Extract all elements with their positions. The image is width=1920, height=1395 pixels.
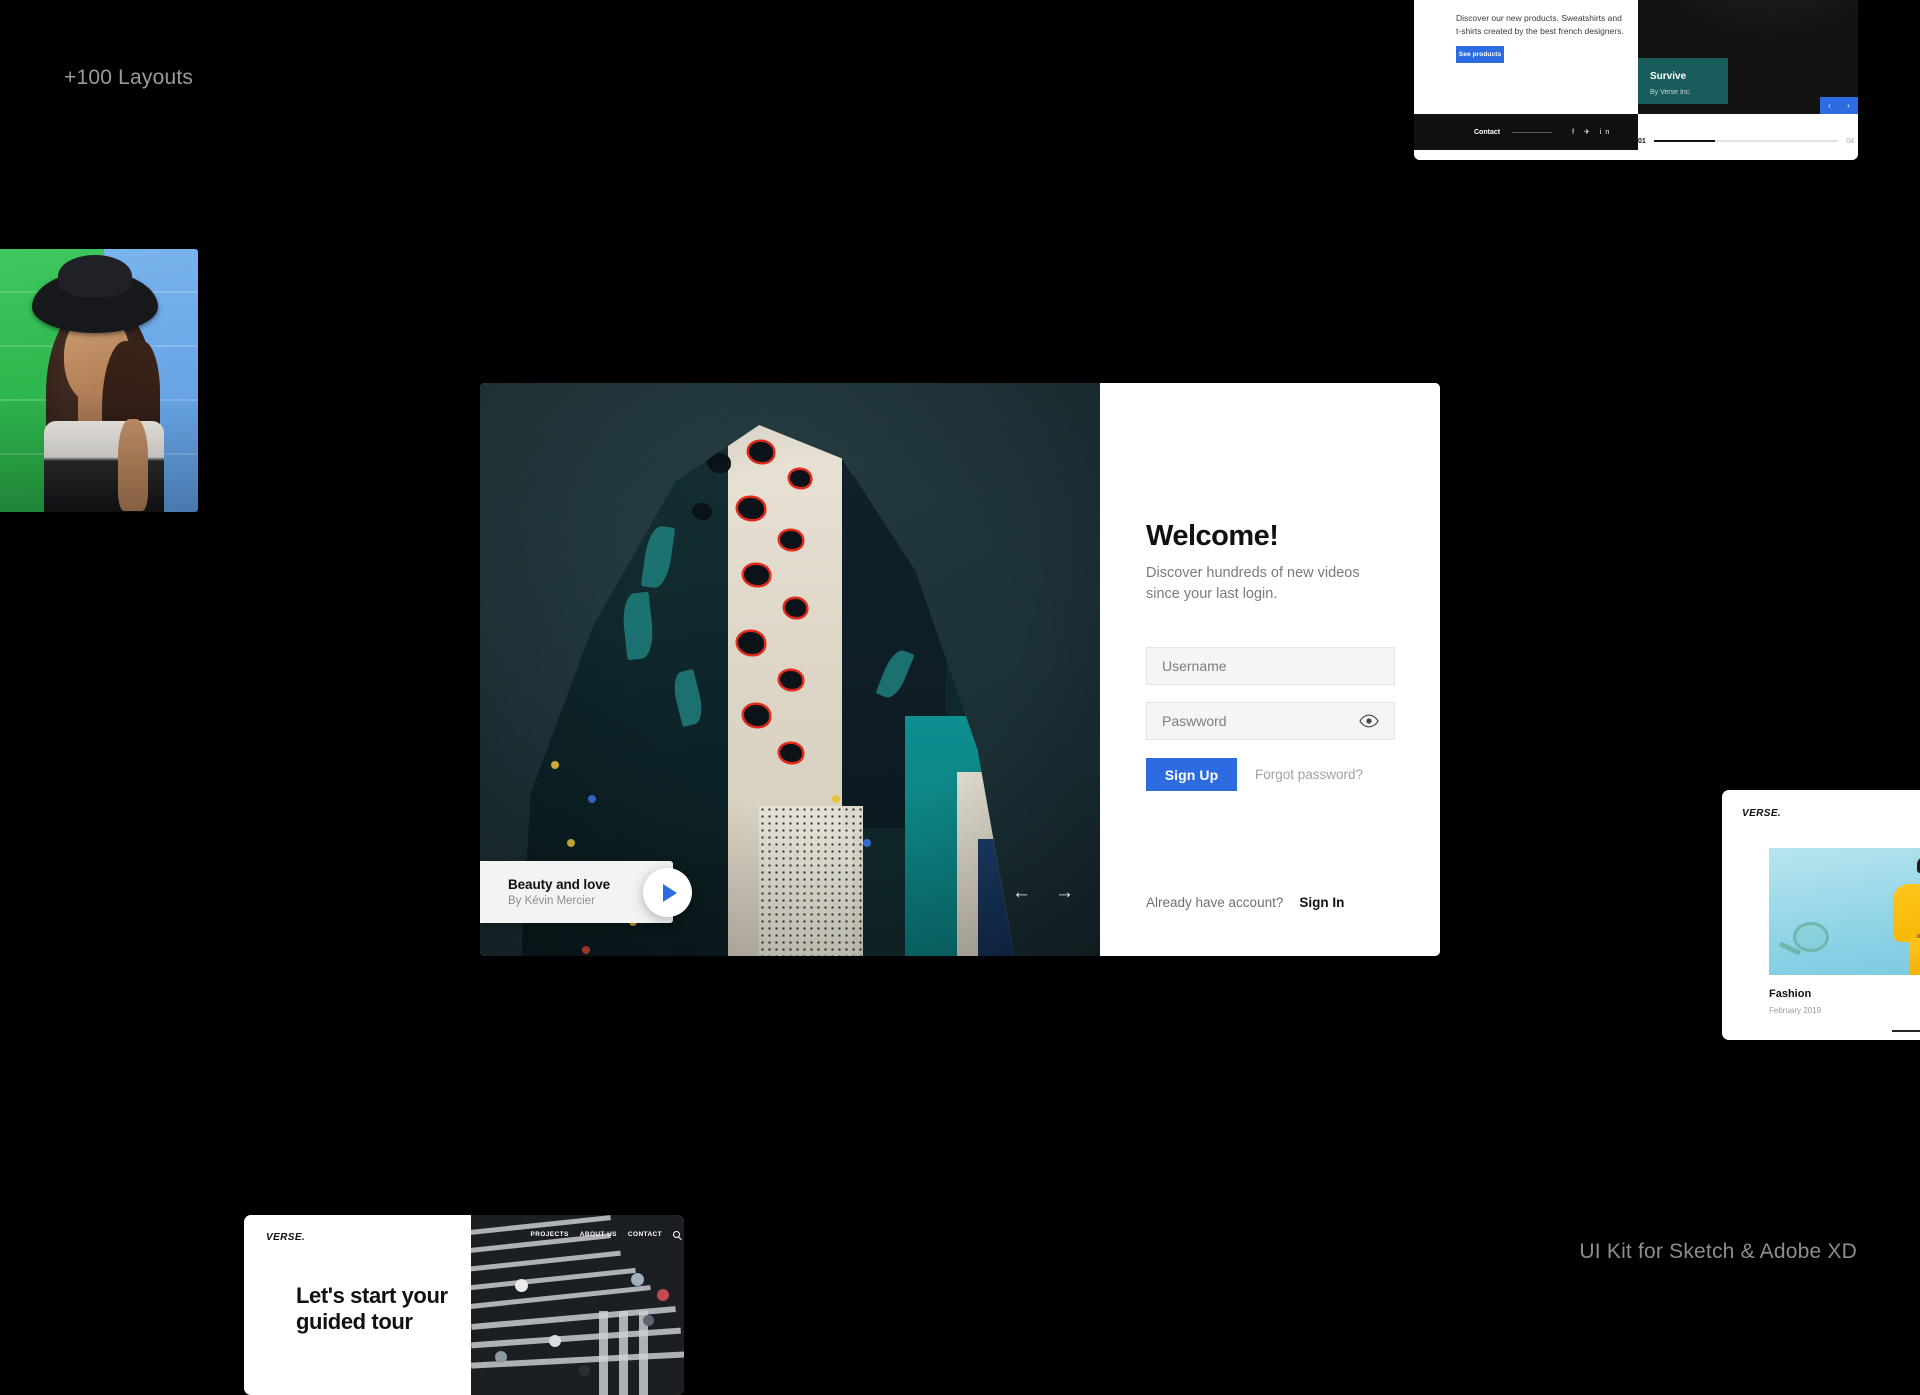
fashion-photo [1769,848,1920,975]
page-subtitle: Discover hundreds of new videos since yo… [1146,565,1360,603]
nav-item-about-us[interactable]: ABOUT US [580,1231,617,1238]
password-field[interactable] [1146,702,1395,740]
signup-form-panel: Welcome! Discover hundreds of new videos… [1100,383,1440,956]
mockup-body-text: Discover our new products. Sweatshirts a… [1456,13,1624,37]
play-icon[interactable] [643,868,692,917]
hero-carousel-arrows[interactable]: ← → [1012,883,1074,902]
progress-track [1653,140,1839,142]
basketball-hoop [1793,922,1829,952]
photo-shadow-overlay [0,249,198,512]
footer-divider [1512,131,1553,133]
footer-contact-label[interactable]: Contact [1474,129,1500,136]
fashion-rule [1892,1030,1920,1032]
verse-logo: VERSE. [266,1232,306,1243]
mockup-heading: available [1456,0,1626,2]
mockup-products-page: available Discover our new products. Swe… [1414,0,1858,160]
chevron-right-icon[interactable]: › [1847,101,1850,110]
guided-tour-heading: Let's start your guided tour [296,1283,448,1335]
verse-logo: VERSE. [1742,808,1782,819]
mockup-video-panel: S O V I V Survive By Verse Inc. ‹ › [1638,0,1858,114]
mockup-top-nav[interactable]: PROJECTS ABOUT US CONTACT [480,1231,680,1238]
search-icon[interactable] [673,1231,680,1238]
sign-in-link[interactable]: Sign In [1299,895,1344,910]
slide-current: 01 [1638,137,1646,145]
mockup-guided-tour: VERSE. Let's start your guided tour PROJ… [244,1215,684,1395]
slide-total: 04 [1846,137,1854,145]
fashion-date: February 2019 [1769,1006,1822,1015]
arrow-left-icon[interactable]: ← [1012,883,1031,902]
mockup-fashion-card: VERSE. Fashion February 2019 [1722,790,1920,1040]
nav-item-projects[interactable]: PROJECTS [531,1231,569,1238]
social-icons[interactable]: f ✈ in [1572,128,1613,136]
eye-icon[interactable] [1359,714,1379,728]
fashion-title: Fashion [1769,988,1812,1000]
forgot-password-link[interactable]: Forgot password? [1255,767,1363,782]
username-field[interactable] [1146,647,1395,685]
nav-item-contact[interactable]: CONTACT [628,1231,662,1238]
see-products-button[interactable]: See products [1456,46,1504,63]
layouts-count-label: +100 Layouts [64,66,194,89]
mockup-carousel-arrows[interactable]: ‹ › [1820,97,1858,114]
chevron-left-icon[interactable]: ‹ [1828,101,1831,110]
mockup-footer: Contact f ✈ in [1414,114,1638,150]
sign-in-row: Already have account? Sign In [1146,895,1344,910]
fashion-model [1887,854,1920,975]
username-input[interactable] [1162,658,1379,674]
sign-up-button[interactable]: Sign Up [1146,758,1237,791]
hero-photo-panel: Beauty and love By Kévin Mercier ← → [480,383,1100,956]
page-title: Welcome! [1146,520,1279,552]
crosswalk-photo [471,1215,684,1395]
arrow-right-icon[interactable]: → [1055,883,1074,902]
portrait-photo-card [0,249,198,512]
password-input[interactable] [1162,713,1359,729]
uikit-tagline-label: UI Kit for Sketch & Adobe XD [1579,1240,1857,1263]
login-card: Beauty and love By Kévin Mercier ← → Wel… [480,383,1440,956]
mockup-slide-progress: 01 04 [1638,136,1854,146]
already-account-label: Already have account? [1146,895,1284,910]
mockup-video-title: Survive [1650,71,1687,82]
mockup-video-author: By Verse Inc. [1650,89,1692,96]
